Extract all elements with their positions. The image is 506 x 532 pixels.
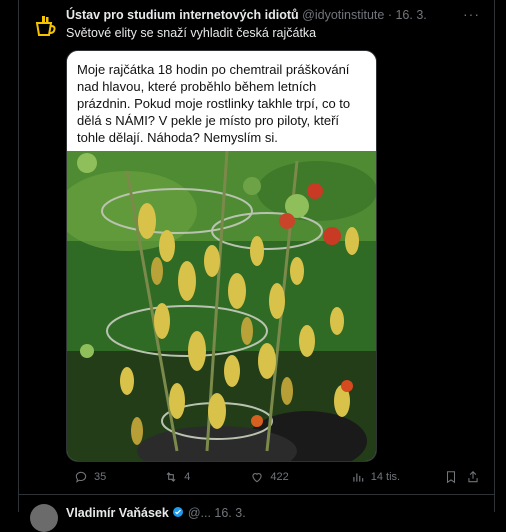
- retweet-icon: [166, 472, 176, 482]
- share-button[interactable]: [466, 470, 480, 489]
- tomato-plants-photo: [67, 151, 376, 461]
- heart-icon: [252, 473, 262, 483]
- tweet-header: Ústav pro studium internetových idiotů @…: [66, 8, 427, 22]
- more-icon[interactable]: ···: [463, 6, 480, 22]
- next-author-handle[interactable]: @...: [188, 506, 211, 520]
- bookmark-button[interactable]: [444, 470, 458, 489]
- share-icon: [468, 471, 478, 483]
- author-name[interactable]: Ústav pro studium internetových idiotů: [66, 8, 299, 22]
- next-author-avatar[interactable]: [30, 504, 58, 532]
- like-button[interactable]: 422: [250, 470, 289, 484]
- tweet-divider: [18, 494, 494, 495]
- author-avatar[interactable]: [30, 10, 62, 42]
- tweet-media-image[interactable]: Moje rajčátka 18 hodin po chemtrail práš…: [66, 50, 377, 462]
- verified-badge-icon: [173, 507, 184, 517]
- like-count: 422: [270, 471, 289, 483]
- meta-separator: ·: [387, 8, 392, 22]
- next-tweet-date[interactable]: 16. 3.: [214, 506, 245, 520]
- bookmark-icon: [446, 471, 456, 484]
- institute-logo-icon: [35, 16, 56, 36]
- views-chart-icon: [353, 473, 363, 482]
- reply-button[interactable]: 35: [74, 470, 106, 484]
- author-handle[interactable]: @idyotinstitute: [302, 8, 384, 22]
- retweet-button[interactable]: 4: [164, 470, 190, 484]
- next-author-name[interactable]: Vladimír Vaňásek: [66, 506, 169, 520]
- views-button[interactable]: 14 tis.: [351, 470, 400, 484]
- retweet-count: 4: [184, 471, 191, 483]
- view-count: 14 tis.: [370, 471, 401, 483]
- reply-count: 35: [94, 471, 107, 483]
- reply-icon: [75, 471, 87, 483]
- timeline-right-border: [494, 0, 495, 512]
- tweet-date[interactable]: 16. 3.: [395, 8, 426, 22]
- tweet[interactable]: Ústav pro studium internetových idiotů @…: [18, 0, 494, 490]
- tweet-actions: 35 4 422 14 tis.: [66, 470, 406, 484]
- image-caption: Moje rajčátka 18 hodin po chemtrail práš…: [67, 51, 376, 151]
- tweet-text: Světové elity se snaží vyhladit česká ra…: [66, 26, 317, 40]
- next-tweet-header: Vladimír Vaňásek @... 16. 3.: [66, 506, 246, 520]
